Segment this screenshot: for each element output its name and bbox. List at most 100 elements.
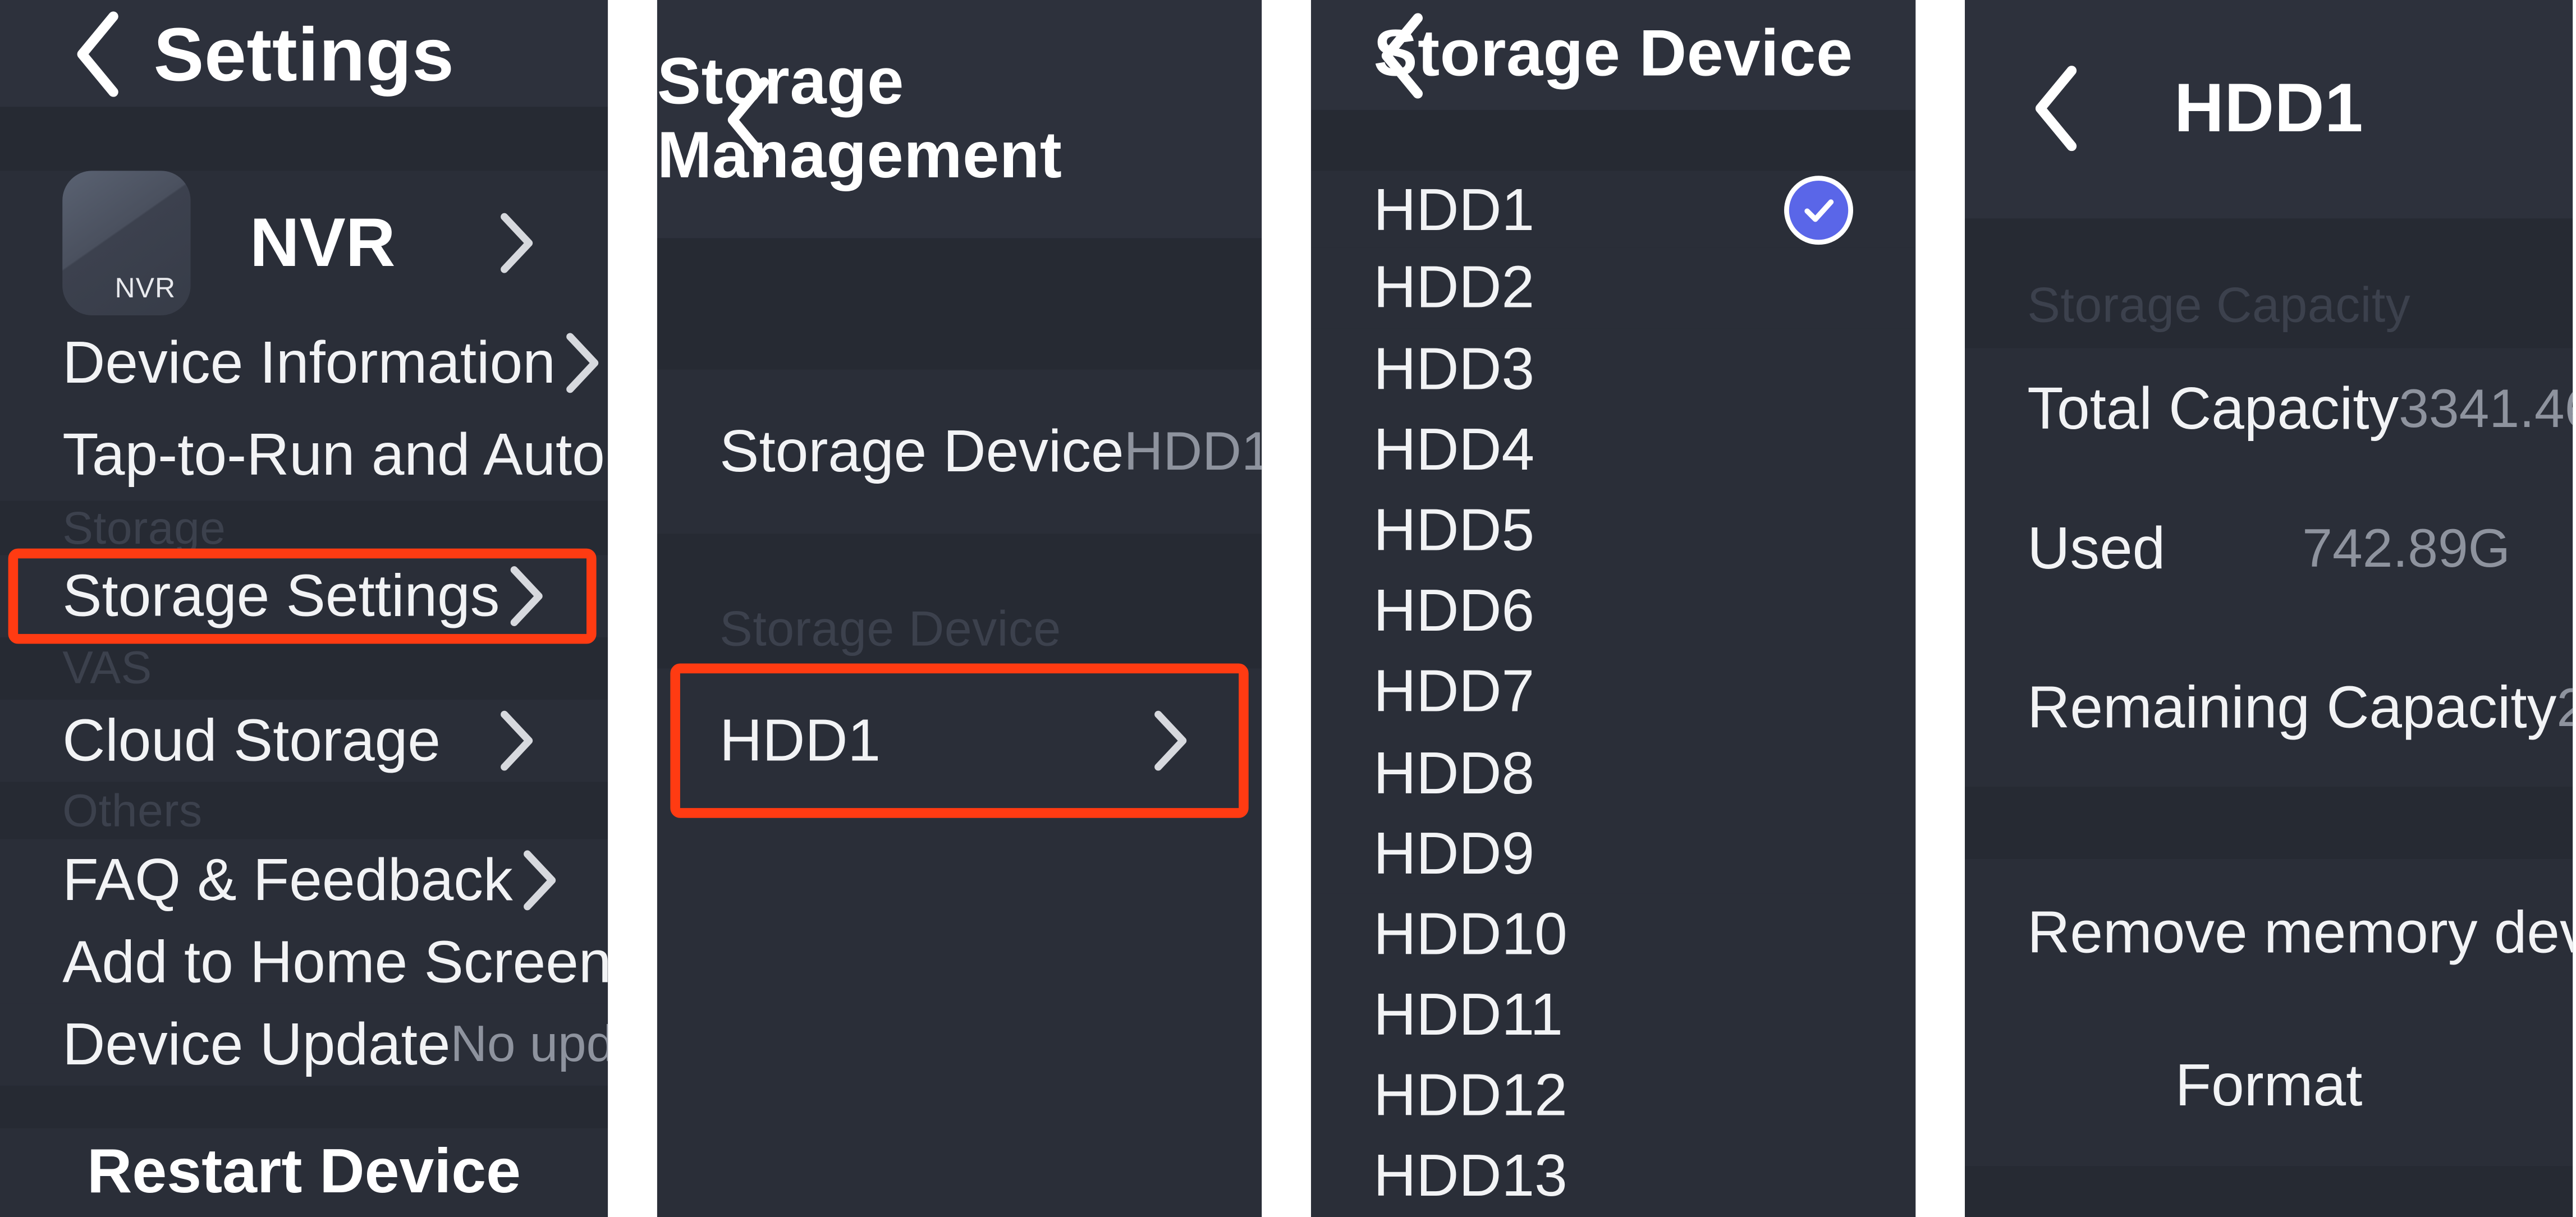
chevron-right-icon <box>489 203 546 284</box>
row-device-information[interactable]: Device Information <box>0 316 608 409</box>
list-item-hdd9[interactable]: HDD9 <box>1310 813 1916 894</box>
device-name: NVR <box>249 204 396 282</box>
row-value-device-update: No updates available <box>450 1015 608 1073</box>
row-label: Tap-to-Run and Automation <box>62 420 608 488</box>
device-row-nvr[interactable]: NVR NVR <box>0 171 608 316</box>
section-header-storage-capacity: Storage Capacity <box>1965 218 2573 348</box>
row-label: Device Information <box>62 328 556 396</box>
screenshot-stage: Settings NVR NVR Device Information Tap-… <box>0 0 2576 1217</box>
band-before-remove <box>1965 787 2573 860</box>
row-device-update[interactable]: Device Update No updates available <box>0 1004 608 1086</box>
row-label: Storage Settings <box>62 561 500 629</box>
nvr-icon-label: NVR <box>114 273 176 305</box>
row-label: Remove memory device <box>2027 898 2573 966</box>
row-label: Storage Device <box>719 417 1124 485</box>
row-value-total-capacity: 3341.46G <box>2399 377 2573 438</box>
list-item-hdd2[interactable]: HDD2 <box>1310 247 1916 329</box>
row-label: HDD1 <box>719 706 881 774</box>
list-item-label: HDD7 <box>1373 657 1535 725</box>
row-value-remaining-capacity: 2598.57G <box>2556 676 2573 738</box>
panel-gap-3 <box>1915 0 1965 1217</box>
list-item-hdd11[interactable]: HDD11 <box>1310 975 1916 1056</box>
panel-gap-1 <box>608 0 657 1217</box>
list-item-hdd12[interactable]: HDD12 <box>1310 1055 1916 1137</box>
row-value-storage-device: HDD1 <box>1124 420 1262 481</box>
band-before-restart <box>0 1086 608 1129</box>
section-label: Others <box>62 784 203 836</box>
band-top-settings <box>0 107 608 172</box>
list-item-hdd8[interactable]: HDD8 <box>1310 732 1916 814</box>
section-header-storage-device: Storage Device <box>657 534 1262 669</box>
section-label: VAS <box>62 642 152 694</box>
check-circle-icon <box>1784 175 1853 244</box>
row-remaining-capacity: Remaining Capacity 2598.57G <box>1965 627 2573 787</box>
list-item-hdd1[interactable]: HDD1 <box>1310 171 1916 248</box>
back-button-storage-management[interactable] <box>687 58 809 180</box>
nvr-device-icon: NVR <box>62 171 191 316</box>
storage-device-header: Storage Device <box>1310 0 1916 111</box>
list-item-label: HDD5 <box>1373 495 1535 563</box>
row-storage-settings[interactable]: Storage Settings <box>0 548 608 644</box>
list-item-hdd3[interactable]: HDD3 <box>1310 328 1916 410</box>
list-item-label: HDD11 <box>1373 980 1563 1048</box>
row-faq-and-feedback[interactable]: FAQ & Feedback <box>0 839 608 922</box>
row-value-used: 742.89G <box>2302 517 2510 578</box>
row-label: Cloud Storage <box>62 706 441 774</box>
back-button-storage-device[interactable] <box>1341 0 1463 116</box>
section-label: Storage Device <box>719 603 1061 657</box>
row-cloud-storage[interactable]: Cloud Storage <box>0 700 608 783</box>
panel-settings: Settings NVR NVR Device Information Tap-… <box>0 0 608 1217</box>
row-hdd1-storage-management[interactable]: HDD1 <box>657 663 1262 818</box>
row-label: Remaining Capacity <box>2027 673 2557 741</box>
section-header-others: Others <box>0 782 608 840</box>
panel-storage-device-list: Storage Device HDD1 HDD2 HDD3 HDD4 HDD5 … <box>1310 0 1916 1217</box>
panel-storage-management: Storage Management Storage Device HDD1 S… <box>657 0 1262 1217</box>
row-label: Device Update <box>62 1010 451 1078</box>
row-total-capacity: Total Capacity 3341.46G <box>1965 348 2573 469</box>
row-label: Add to Home Screen <box>62 928 608 996</box>
page-title-hdd1: HDD1 <box>2174 69 2364 147</box>
list-item-label: HDD8 <box>1373 738 1535 806</box>
row-label: Used <box>2027 513 2166 581</box>
row-used: Used 742.89G <box>1965 469 2573 628</box>
chevron-right-icon <box>489 700 546 782</box>
chevron-left-icon <box>723 76 772 162</box>
band-top-storage-management <box>657 238 1262 370</box>
format-button[interactable]: Format <box>1965 1006 2573 1166</box>
chevron-right-icon <box>499 554 556 636</box>
row-remove-memory-device[interactable]: Remove memory device <box>1965 859 2573 1007</box>
list-item-hdd4[interactable]: HDD4 <box>1310 409 1916 490</box>
chevron-left-icon <box>1377 12 1426 98</box>
list-item-hdd5[interactable]: HDD5 <box>1310 490 1916 571</box>
chevron-right-icon <box>556 322 608 403</box>
list-item-label: HDD12 <box>1373 1061 1567 1129</box>
section-label: Storage <box>62 502 226 553</box>
list-item-hdd13[interactable]: HDD13 <box>1310 1136 1916 1217</box>
restart-device-button[interactable]: Restart Device <box>0 1128 608 1217</box>
row-add-to-home-screen[interactable]: Add to Home Screen <box>0 921 608 1004</box>
list-item-hdd7[interactable]: HDD7 <box>1310 651 1916 733</box>
row-storage-device[interactable]: Storage Device HDD1 <box>657 369 1262 534</box>
row-label: FAQ & Feedback <box>62 846 513 914</box>
section-header-storage: Storage <box>0 502 608 555</box>
section-header-vas: VAS <box>0 636 608 700</box>
hdd1-header: HDD1 <box>1965 0 2573 218</box>
list-item-label: HDD13 <box>1373 1142 1567 1210</box>
list-item-label: HDD4 <box>1373 415 1535 483</box>
back-button-hdd1[interactable] <box>1995 48 2116 170</box>
band-after-format <box>1965 1165 2573 1217</box>
chevron-left-icon <box>72 11 122 97</box>
list-item-label: HDD9 <box>1373 819 1535 887</box>
settings-header: Settings <box>0 0 608 107</box>
panel-hdd1-detail: HDD1 Storage Capacity Total Capacity 334… <box>1965 0 2573 1217</box>
panel-gap-2 <box>1262 0 1311 1217</box>
list-item-label: HDD3 <box>1373 334 1535 402</box>
list-item-label: HDD10 <box>1373 899 1567 967</box>
back-button-settings[interactable] <box>36 0 158 114</box>
list-item-hdd10[interactable]: HDD10 <box>1310 894 1916 975</box>
panel-storage-management-empty-area <box>657 812 1262 1217</box>
row-tap-to-run-and-automation[interactable]: Tap-to-Run and Automation <box>0 408 608 502</box>
list-item-hdd6[interactable]: HDD6 <box>1310 571 1916 652</box>
chevron-right-icon <box>513 839 569 921</box>
band-top-storage-device <box>1310 110 1916 172</box>
